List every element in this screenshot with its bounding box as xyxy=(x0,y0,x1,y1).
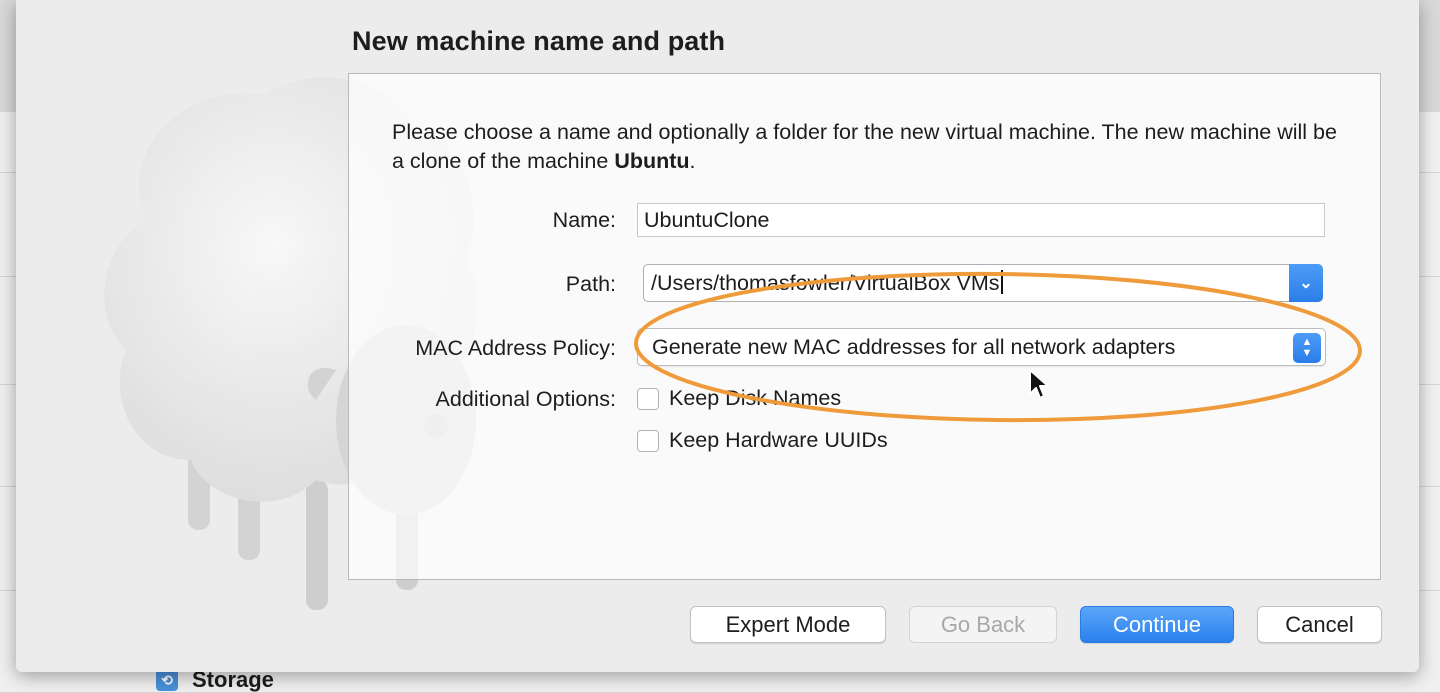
description-prefix: Please choose a name and optionally a fo… xyxy=(392,120,1337,173)
keep-disk-names-checkbox[interactable] xyxy=(637,387,659,410)
keep-hardware-uuids-label: Keep Hardware UUIDs xyxy=(669,428,888,452)
storage-icon: ⟲ xyxy=(156,669,178,691)
path-text: /Users/thomasfowler/VirtualBox VMs xyxy=(651,271,1000,295)
updown-arrows-icon[interactable]: ▲ ▼ xyxy=(1293,333,1321,363)
description-suffix: . xyxy=(689,149,696,173)
path-label: Path: xyxy=(565,272,616,296)
keep-hardware-uuids-checkbox[interactable] xyxy=(637,429,659,452)
path-value[interactable]: /Users/thomasfowler/VirtualBox VMs xyxy=(651,270,1003,296)
description-text: Please choose a name and optionally a fo… xyxy=(392,118,1352,176)
clone-wizard-sheet: New machine name and path Please choose … xyxy=(16,0,1419,672)
go-back-button[interactable]: Go Back xyxy=(909,606,1057,643)
additional-options-label: Additional Options: xyxy=(435,387,616,411)
expert-mode-button[interactable]: Expert Mode xyxy=(690,606,886,643)
continue-button[interactable]: Continue xyxy=(1080,606,1234,643)
keep-disk-names-label: Keep Disk Names xyxy=(669,386,842,410)
cancel-button[interactable]: Cancel xyxy=(1257,606,1382,643)
name-label: Name: xyxy=(552,208,616,232)
page-title: New machine name and path xyxy=(352,26,726,56)
description-machine-name: Ubuntu xyxy=(614,149,690,173)
path-combobox[interactable]: /Users/thomasfowler/VirtualBox VMs ⌄ xyxy=(643,264,1323,302)
keep-disk-names-option[interactable]: Keep Disk Names xyxy=(637,386,841,411)
mac-policy-select[interactable]: Generate new MAC addresses for all netwo… xyxy=(637,328,1326,366)
mac-policy-value: Generate new MAC addresses for all netwo… xyxy=(652,335,1176,359)
name-input[interactable]: UbuntuClone xyxy=(637,203,1325,237)
mouse-pointer-icon xyxy=(1029,369,1049,399)
keep-hardware-uuids-option[interactable]: Keep Hardware UUIDs xyxy=(637,428,888,453)
mac-policy-label: MAC Address Policy: xyxy=(415,336,616,360)
chevron-down-icon[interactable]: ⌄ xyxy=(1289,264,1323,302)
text-caret xyxy=(1000,270,1003,294)
form-panel: Please choose a name and optionally a fo… xyxy=(348,73,1381,580)
